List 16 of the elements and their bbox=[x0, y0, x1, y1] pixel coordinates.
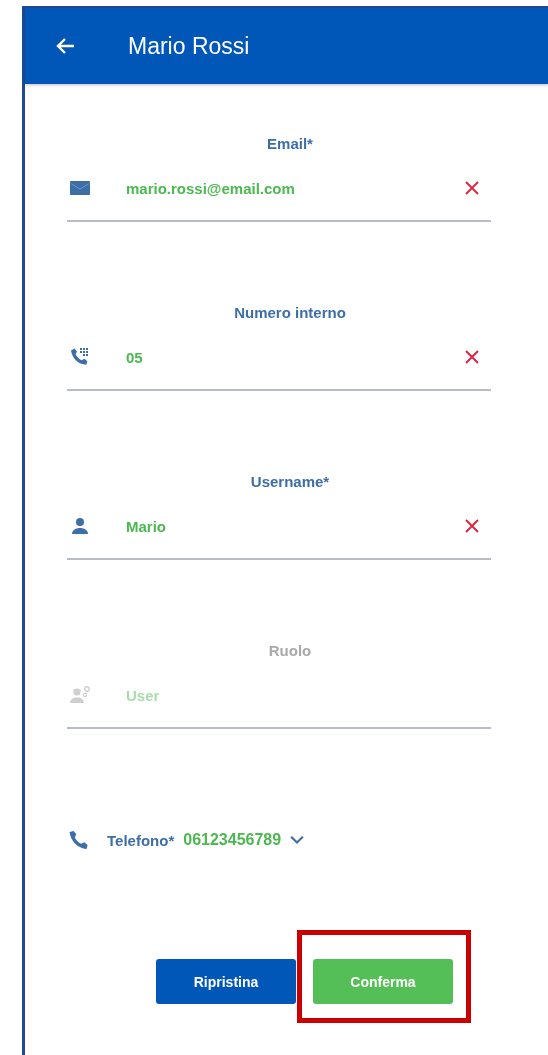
clear-icon[interactable] bbox=[463, 179, 481, 197]
clear-icon[interactable] bbox=[463, 517, 481, 535]
input-field[interactable]: 05 bbox=[67, 335, 491, 379]
screen-title: Mario Rossi bbox=[128, 32, 250, 60]
clear-icon[interactable] bbox=[463, 348, 481, 366]
input-field[interactable]: mario.rossi@email.com bbox=[67, 166, 491, 210]
phone-dropdown[interactable]: 06123456789 bbox=[183, 830, 308, 850]
field-label: Numero interno bbox=[233, 303, 347, 323]
action-button[interactable]: Conferma bbox=[313, 959, 453, 1004]
field-label: Email* bbox=[266, 134, 314, 154]
action-button[interactable]: Ripristina bbox=[156, 959, 296, 1004]
field-label: Username* bbox=[249, 472, 331, 492]
field-label: Ruolo bbox=[267, 641, 313, 661]
input-field: User bbox=[67, 673, 491, 717]
input-field[interactable]: Mario bbox=[67, 504, 491, 548]
phone-label: Telefono* bbox=[107, 831, 175, 849]
